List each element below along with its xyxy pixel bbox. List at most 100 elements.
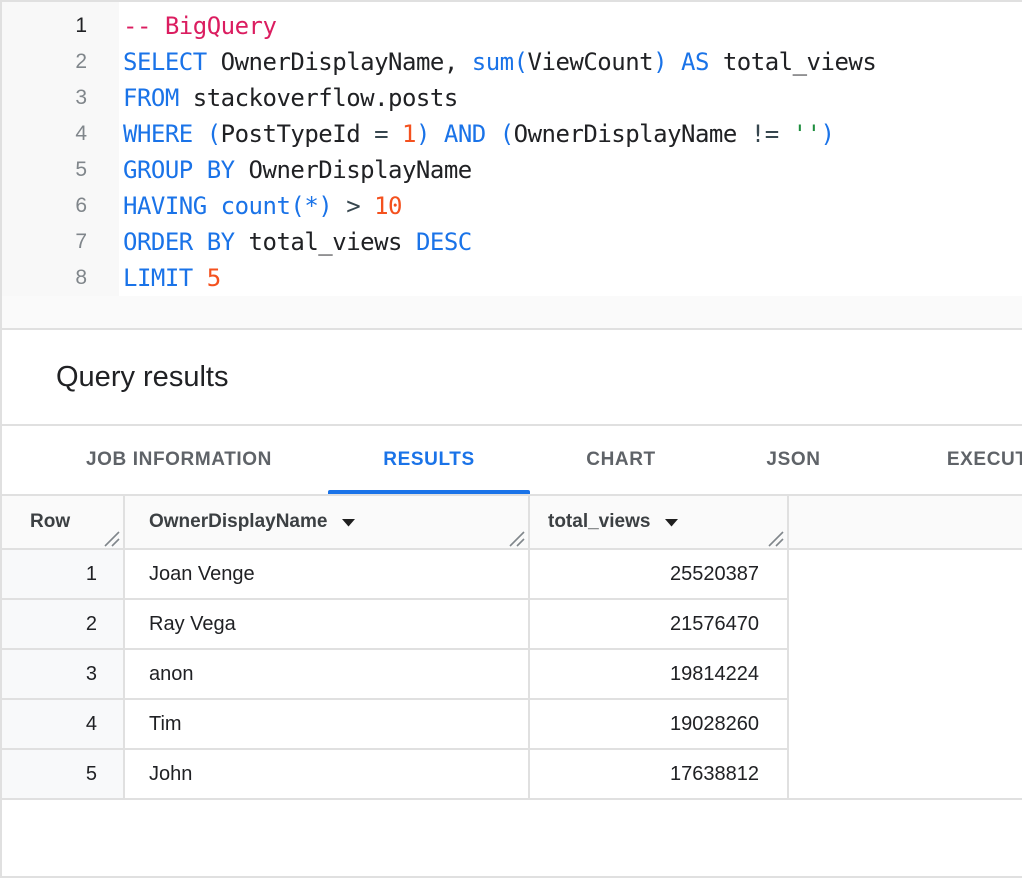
sql-token-plain: [332, 192, 346, 220]
code-line-text[interactable]: GROUP BY OwnerDisplayName: [119, 152, 472, 188]
bigquery-query-panel: 1-- BigQuery2SELECT OwnerDisplayName, su…: [0, 0, 1022, 878]
code-line: 6HAVING count(*) > 10: [2, 188, 1022, 224]
column-header-ownerdisplayname[interactable]: OwnerDisplayName: [125, 496, 530, 550]
code-line-text[interactable]: HAVING count(*) > 10: [119, 188, 402, 224]
sql-token-kw: WHERE: [123, 120, 193, 148]
column-resize-handle-icon[interactable]: [767, 530, 784, 547]
row-number-cell: 3: [2, 650, 125, 700]
line-number: 6: [2, 188, 119, 224]
sql-token-str: '': [793, 120, 821, 148]
line-number: 7: [2, 224, 119, 260]
code-line: 3FROM stackoverflow.posts: [2, 80, 1022, 116]
code-line-text[interactable]: FROM stackoverflow.posts: [119, 80, 458, 116]
tab-results[interactable]: RESULTS: [328, 426, 530, 494]
sql-token-plain: [486, 120, 500, 148]
row-number-cell: 2: [2, 600, 125, 650]
line-number: 3: [2, 80, 119, 116]
sql-token-plain: [779, 120, 793, 148]
sql-token-plain: [388, 120, 402, 148]
caret-down-icon[interactable]: [341, 518, 356, 527]
total-views-cell: 21576470: [530, 600, 789, 650]
sql-token-plain: [207, 192, 221, 220]
sql-token-kw: SELECT: [123, 48, 207, 76]
sql-token-kw: AS: [681, 48, 709, 76]
row-number-cell: 4: [2, 700, 125, 750]
sql-token-kw: count(*): [221, 192, 333, 220]
table-row: 3anon19814224: [2, 650, 1022, 700]
sql-token-plain: total_views: [235, 228, 416, 256]
filler-cell: [789, 650, 1022, 700]
sql-token-plain: [193, 264, 207, 292]
owner-display-name-cell: Ray Vega: [125, 600, 530, 650]
sql-token-plain: PostTypeId: [221, 120, 374, 148]
tab-label: CHART: [586, 449, 656, 471]
sql-token-kw: (: [500, 120, 514, 148]
sql-token-kw: LIMIT: [123, 264, 193, 292]
code-line: 4WHERE (PostTypeId = 1) AND (OwnerDispla…: [2, 116, 1022, 152]
code-line: 7ORDER BY total_views DESC: [2, 224, 1022, 260]
tab-label: RESULTS: [383, 449, 474, 471]
sql-token-num: 10: [374, 192, 402, 220]
column-resize-handle-icon[interactable]: [103, 530, 120, 547]
owner-display-name-cell: anon: [125, 650, 530, 700]
total-views-cell: 19814224: [530, 650, 789, 700]
row-number-cell: 5: [2, 750, 125, 800]
tab-label: JSON: [766, 449, 820, 471]
sql-token-op: =: [374, 120, 388, 148]
code-line-text[interactable]: ORDER BY total_views DESC: [119, 224, 472, 260]
sql-token-kw: sum(: [472, 48, 528, 76]
results-table: Row OwnerDisplayName total_views 1Joan Ven…: [2, 496, 1022, 800]
code-line-text[interactable]: -- BigQuery: [119, 8, 276, 44]
code-lines: 1-- BigQuery2SELECT OwnerDisplayName, su…: [2, 8, 1022, 296]
sql-token-plain: OwnerDisplayName: [514, 120, 751, 148]
sql-token-kw: AND: [444, 120, 486, 148]
table-body: 1Joan Venge255203872Ray Vega215764703ano…: [2, 550, 1022, 800]
tab-chart[interactable]: CHART: [530, 426, 712, 494]
code-line-text[interactable]: SELECT OwnerDisplayName, sum(ViewCount) …: [119, 44, 876, 80]
table-row: 1Joan Venge25520387: [2, 550, 1022, 600]
editor-footer-strip: [2, 296, 1022, 330]
table-header-row: Row OwnerDisplayName total_views: [2, 496, 1022, 550]
table-row: 5John17638812: [2, 750, 1022, 800]
sql-token-num: 1: [402, 120, 416, 148]
results-title-bar: Query results: [2, 330, 1022, 426]
tab-json[interactable]: JSON: [712, 426, 875, 494]
sql-token-kw: ): [821, 120, 835, 148]
column-header-total-views[interactable]: total_views: [530, 496, 789, 550]
code-line: 1-- BigQuery: [2, 8, 1022, 44]
column-header-label: total_views: [548, 511, 650, 533]
line-number: 1: [2, 8, 119, 44]
line-number: 5: [2, 152, 119, 188]
total-views-cell: 17638812: [530, 750, 789, 800]
column-header-label: Row: [30, 511, 70, 533]
code-line-text[interactable]: LIMIT 5: [119, 260, 221, 296]
sql-token-plain: ViewCount: [528, 48, 654, 76]
caret-down-icon[interactable]: [664, 518, 679, 527]
sql-token-plain: [667, 48, 681, 76]
sql-token-plain: total_views: [709, 48, 876, 76]
sql-token-num: 5: [207, 264, 221, 292]
table-row: 4Tim19028260: [2, 700, 1022, 750]
filler-cell: [789, 750, 1022, 800]
sql-token-plain: OwnerDisplayName,: [207, 48, 472, 76]
sql-token-kw: FROM: [123, 84, 179, 112]
filler-cell: [789, 700, 1022, 750]
code-line-text[interactable]: WHERE (PostTypeId = 1) AND (OwnerDisplay…: [119, 116, 835, 152]
sql-token-kw: ORDER BY: [123, 228, 235, 256]
sql-editor[interactable]: 1-- BigQuery2SELECT OwnerDisplayName, su…: [2, 2, 1022, 296]
sql-token-plain: [360, 192, 374, 220]
filler-cell: [789, 600, 1022, 650]
sql-token-kw: DESC: [416, 228, 472, 256]
sql-token-plain: [430, 120, 444, 148]
row-number-cell: 1: [2, 550, 125, 600]
sql-token-kw: (: [207, 120, 221, 148]
column-header-row: Row: [2, 496, 125, 550]
code-line: 5GROUP BY OwnerDisplayName: [2, 152, 1022, 188]
sql-token-kw: ): [416, 120, 430, 148]
sql-token-plain: stackoverflow.posts: [179, 84, 458, 112]
tab-job-information[interactable]: JOB INFORMATION: [30, 426, 328, 494]
column-resize-handle-icon[interactable]: [508, 530, 525, 547]
code-line: 8LIMIT 5: [2, 260, 1022, 296]
column-header-label: OwnerDisplayName: [149, 511, 327, 533]
tab-execution-details[interactable]: EXECUTION DETAILS: [875, 426, 1022, 494]
